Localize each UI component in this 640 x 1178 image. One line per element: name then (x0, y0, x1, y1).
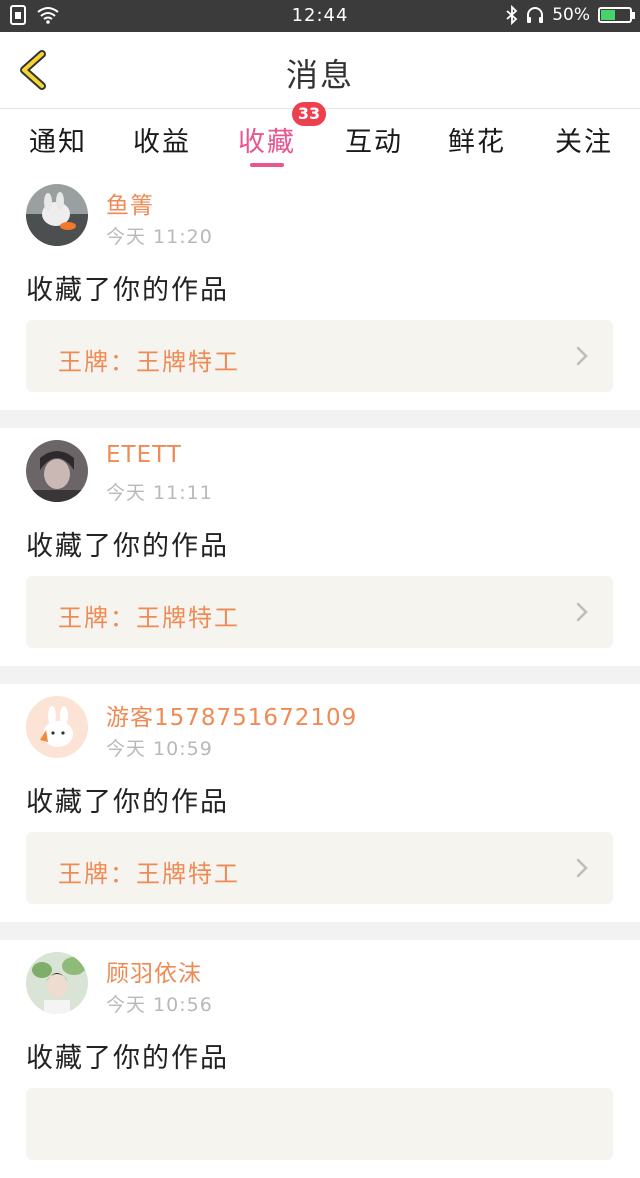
timestamp: 今天 11:11 (106, 482, 213, 504)
list-item: ETETT 今天 11:11 收藏了你的作品 王牌：王牌特工 (0, 428, 640, 666)
bluetooth-icon (506, 5, 518, 25)
battery-text: 50% (552, 5, 590, 25)
battery-icon (598, 7, 635, 23)
work-link[interactable]: 王牌：王牌特工 (26, 320, 613, 392)
headset-icon (527, 7, 544, 23)
avatar[interactable] (26, 184, 88, 246)
avatar[interactable] (26, 696, 88, 758)
header: 消息 (0, 32, 640, 109)
action-text: 收藏了你的作品 (26, 787, 229, 818)
work-title: 王牌：王牌特工 (58, 860, 240, 888)
work-link[interactable]: 王牌：王牌特工 (26, 832, 613, 904)
status-bar: 12:44 50% (0, 0, 640, 32)
unread-badge: 33 (292, 102, 326, 126)
divider (0, 410, 640, 428)
tab-interactions[interactable]: 互动 (334, 120, 414, 159)
list-item: 游客1578751672109 今天 10:59 收藏了你的作品 王牌：王牌特工 (0, 684, 640, 922)
username[interactable]: 顾羽依沫 (106, 954, 202, 988)
work-link[interactable] (26, 1088, 613, 1160)
work-title: 王牌：王牌特工 (58, 604, 240, 632)
action-text: 收藏了你的作品 (26, 531, 229, 562)
chevron-right-icon (576, 858, 588, 878)
username[interactable]: 鱼箐 (106, 186, 154, 220)
username[interactable]: ETETT (106, 442, 182, 468)
timestamp: 今天 10:56 (106, 994, 213, 1016)
avatar[interactable] (26, 440, 88, 502)
page-title: 消息 (285, 56, 354, 94)
chevron-right-icon (576, 602, 588, 622)
tab-follows[interactable]: 关注 (544, 120, 624, 159)
action-text: 收藏了你的作品 (26, 275, 229, 306)
action-text: 收藏了你的作品 (26, 1043, 229, 1074)
avatar[interactable] (26, 952, 88, 1014)
divider (0, 666, 640, 684)
message-list: 鱼箐 今天 11:20 收藏了你的作品 王牌：王牌特工 ETETT 今天 11:… (0, 172, 640, 1178)
chevron-right-icon (576, 346, 588, 366)
list-item: 鱼箐 今天 11:20 收藏了你的作品 王牌：王牌特工 (0, 172, 640, 410)
battery-level (601, 10, 615, 20)
work-title: 王牌：王牌特工 (58, 348, 240, 376)
tab-notifications[interactable]: 通知 (18, 120, 98, 159)
active-tab-indicator (250, 163, 284, 167)
tab-earnings[interactable]: 收益 (122, 120, 202, 159)
username[interactable]: 游客1578751672109 (106, 698, 357, 732)
tab-flowers[interactable]: 鲜花 (437, 120, 517, 159)
list-item: 顾羽依沫 今天 10:56 收藏了你的作品 (0, 940, 640, 1178)
timestamp: 今天 10:59 (106, 738, 213, 760)
tab-favorites[interactable]: 收藏 (227, 120, 307, 159)
work-link[interactable]: 王牌：王牌特工 (26, 576, 613, 648)
divider (0, 922, 640, 940)
timestamp: 今天 11:20 (106, 226, 213, 248)
